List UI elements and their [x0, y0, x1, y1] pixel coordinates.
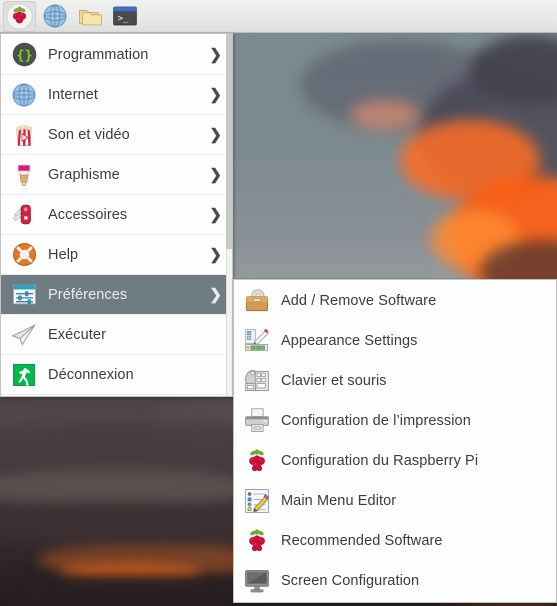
menu-item-son-et-video[interactable]: Son et vidéo ❯: [1, 115, 232, 155]
menu-item-label: Accessoires: [48, 206, 128, 223]
submenu-item-add-remove-software[interactable]: Add / Remove Software: [234, 281, 556, 321]
menu-item-label: Préférences: [48, 286, 128, 303]
menu-item-executer[interactable]: Exécuter: [1, 315, 232, 355]
web-browser-button[interactable]: [38, 1, 71, 32]
raspberry-menu-button[interactable]: [3, 0, 36, 32]
submenu-item-clavier-et-souris[interactable]: Clavier et souris: [234, 361, 556, 401]
taskbar: >_: [0, 0, 557, 33]
code-braces-icon: {}: [9, 40, 39, 70]
logout-exit-icon: [9, 360, 39, 390]
preferences-submenu: Add / Remove Software Appearance Setting…: [233, 279, 557, 603]
menu-item-preferences[interactable]: Préférences ❯: [1, 275, 232, 315]
submenu-item-configuration-raspberry-pi[interactable]: Configuration du Raspberry Pi: [234, 441, 556, 481]
submenu-item-main-menu-editor[interactable]: Main Menu Editor: [234, 481, 556, 521]
submenu-item-recommended-software[interactable]: Recommended Software: [234, 521, 556, 561]
preferences-sliders-icon: [9, 280, 39, 310]
menu-item-label: Help: [48, 246, 79, 263]
paper-plane-icon: [9, 320, 39, 350]
wallpaper-cloud-band: [0, 505, 260, 545]
keyboard-mouse-icon: [242, 366, 272, 396]
wallpaper-cloud-band: [0, 420, 270, 468]
svg-text:+: +: [23, 207, 27, 213]
paintbrush-icon: [9, 160, 39, 190]
chevron-right-icon: ❯: [209, 206, 222, 223]
printer-icon: [242, 406, 272, 436]
submenu-item-label: Configuration de l’impression: [281, 413, 471, 429]
chevron-right-icon: ❯: [209, 126, 222, 143]
menu-item-label: Déconnexion: [48, 366, 134, 383]
lifebuoy-icon: [9, 240, 39, 270]
menu-item-graphisme[interactable]: Graphisme ❯: [1, 155, 232, 195]
terminal-icon: >_: [112, 6, 137, 26]
menu-item-deconnexion[interactable]: Déconnexion: [1, 355, 232, 395]
chevron-right-icon: ❯: [209, 286, 222, 303]
raspberry-pi-icon: [242, 526, 272, 556]
main-menu: {} Programmation ❯ Internet ❯ Son et vid…: [0, 33, 233, 397]
submenu-item-configuration-impression[interactable]: Configuration de l’impression: [234, 401, 556, 441]
chevron-right-icon: ❯: [209, 46, 222, 63]
raspberry-pi-icon: [242, 446, 272, 476]
menu-item-label: Programmation: [48, 46, 149, 63]
globe-icon: [9, 80, 39, 110]
svg-text:{}: {}: [16, 48, 32, 64]
svg-text:>_: >_: [117, 14, 128, 24]
folders-icon: [78, 9, 102, 26]
popcorn-play-icon: [9, 120, 39, 150]
chevron-right-icon: ❯: [209, 86, 222, 103]
list-pencil-icon: [242, 486, 272, 516]
menu-item-label: Son et vidéo: [48, 126, 130, 143]
chevron-right-icon: ❯: [209, 166, 222, 183]
menu-item-internet[interactable]: Internet ❯: [1, 75, 232, 115]
software-briefcase-cd-icon: [242, 286, 272, 316]
desktop-screen: >_ {} Programmation ❯ Internet ❯ Son et …: [0, 0, 557, 606]
menu-item-programmation[interactable]: {} Programmation ❯: [1, 35, 232, 75]
submenu-item-label: Screen Configuration: [281, 573, 420, 589]
wallpaper-cloud: [350, 100, 420, 130]
terminal-button[interactable]: >_: [108, 1, 141, 32]
submenu-item-label: Add / Remove Software: [281, 293, 437, 309]
color-palette-icon: [242, 326, 272, 356]
file-manager-button[interactable]: [73, 1, 106, 32]
menu-item-help[interactable]: Help ❯: [1, 235, 232, 275]
menu-item-label: Exécuter: [48, 326, 107, 343]
submenu-item-label: Configuration du Raspberry Pi: [281, 453, 479, 469]
submenu-item-label: Appearance Settings: [281, 333, 418, 349]
menu-scrollbar[interactable]: [226, 34, 232, 396]
menu-item-accessoires[interactable]: + Accessoires ❯: [1, 195, 232, 235]
swiss-knife-icon: +: [9, 200, 39, 230]
globe-icon: [43, 4, 66, 28]
submenu-item-screen-configuration[interactable]: Screen Configuration: [234, 561, 556, 601]
submenu-item-appearance-settings[interactable]: Appearance Settings: [234, 321, 556, 361]
submenu-item-label: Clavier et souris: [281, 373, 387, 389]
chevron-right-icon: ❯: [209, 246, 222, 263]
monitor-icon: [242, 566, 272, 596]
menu-item-label: Internet: [48, 86, 98, 103]
submenu-item-label: Recommended Software: [281, 533, 443, 549]
wallpaper-cloud-band: [0, 575, 250, 606]
menu-item-label: Graphisme: [48, 166, 120, 183]
menu-scrollbar-thumb[interactable]: [226, 34, 232, 249]
submenu-item-label: Main Menu Editor: [281, 493, 397, 509]
wallpaper-cloud-band: [0, 470, 250, 506]
raspberry-pi-icon: [6, 2, 33, 30]
